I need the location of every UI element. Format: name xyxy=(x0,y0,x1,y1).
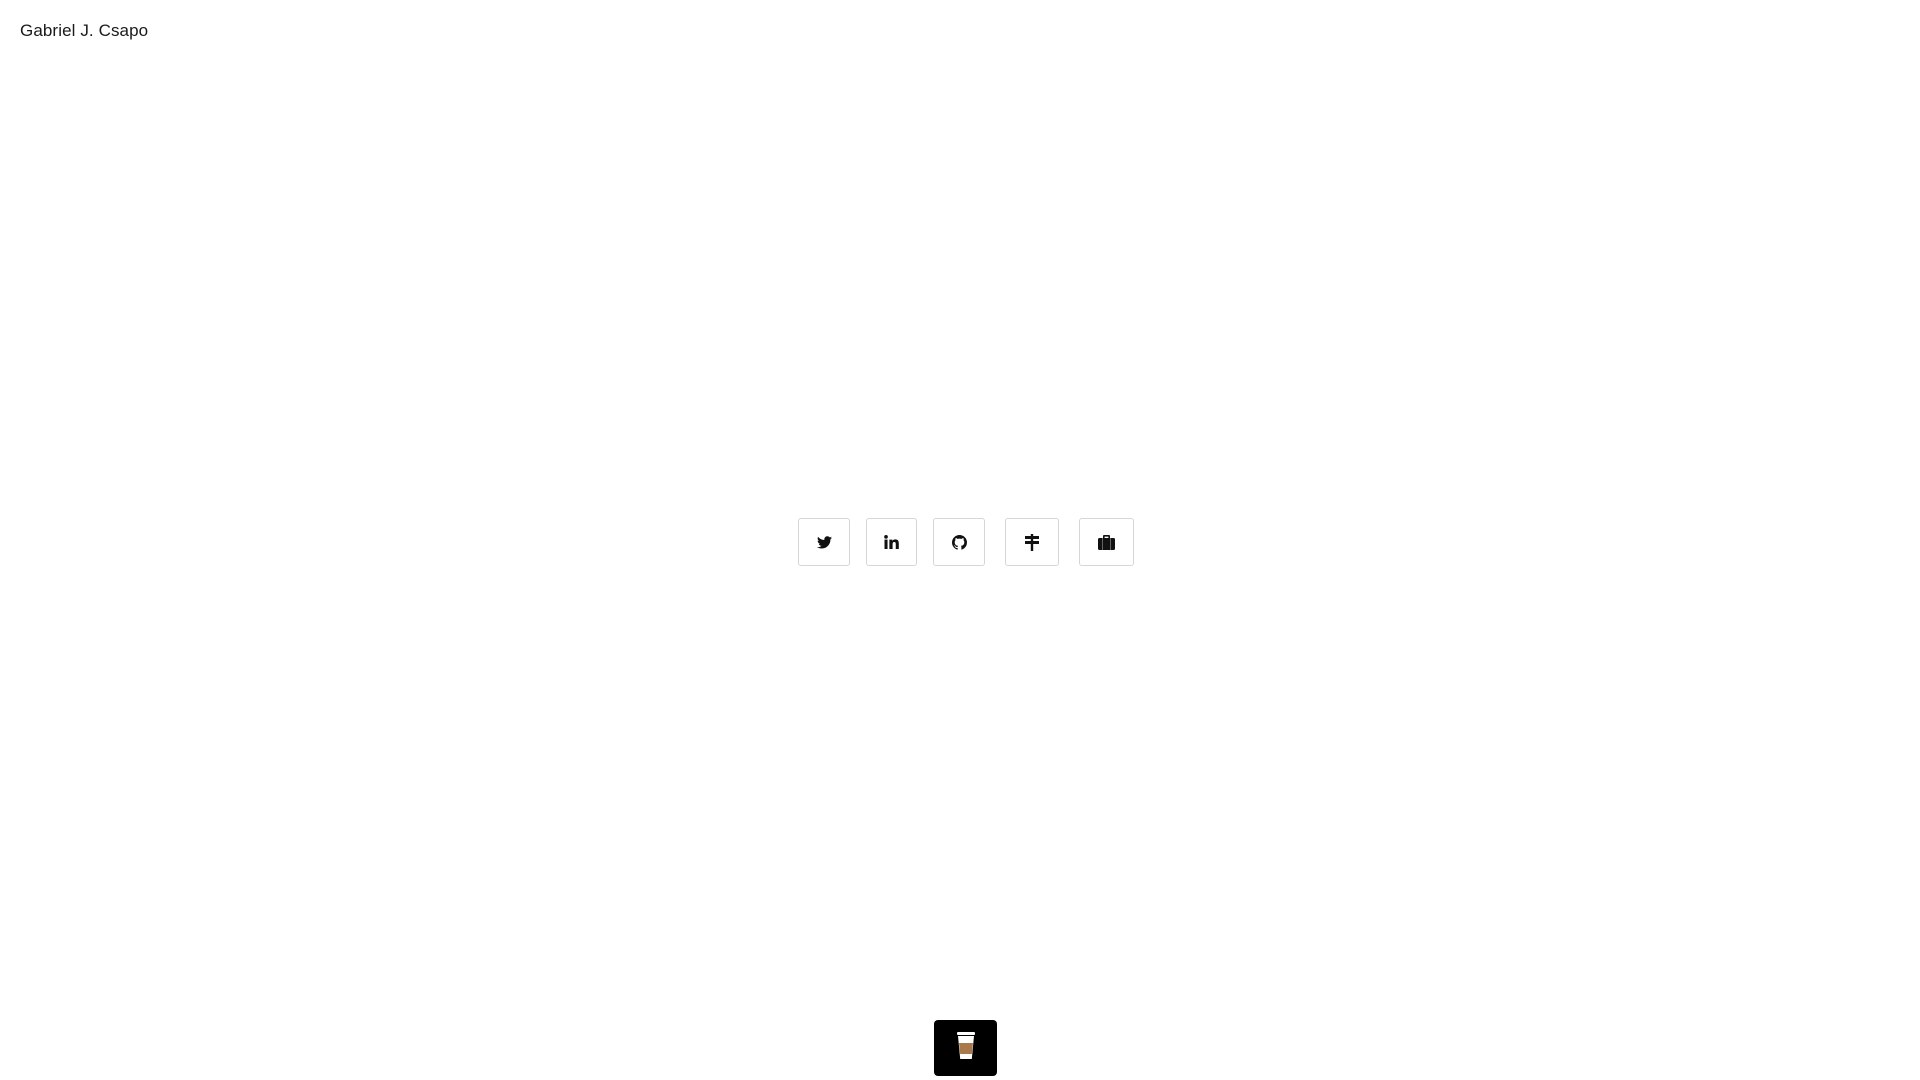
briefcase-icon xyxy=(1098,534,1115,550)
page: Gabriel J. Csapo xyxy=(0,0,1920,1080)
coffee-cup-icon xyxy=(956,1031,976,1066)
github-button[interactable] xyxy=(933,518,985,566)
signpost-icon xyxy=(1024,533,1040,551)
linkedin-icon xyxy=(884,535,899,549)
site-name[interactable]: Gabriel J. Csapo xyxy=(20,21,148,41)
portfolio-button[interactable] xyxy=(1079,518,1134,566)
signpost-button[interactable] xyxy=(1005,518,1059,566)
github-icon xyxy=(951,534,967,550)
buy-me-a-coffee-button[interactable] xyxy=(934,1020,997,1076)
twitter-icon xyxy=(816,535,832,549)
twitter-button[interactable] xyxy=(798,518,850,566)
linkedin-button[interactable] xyxy=(866,518,917,566)
social-links xyxy=(0,518,1920,568)
